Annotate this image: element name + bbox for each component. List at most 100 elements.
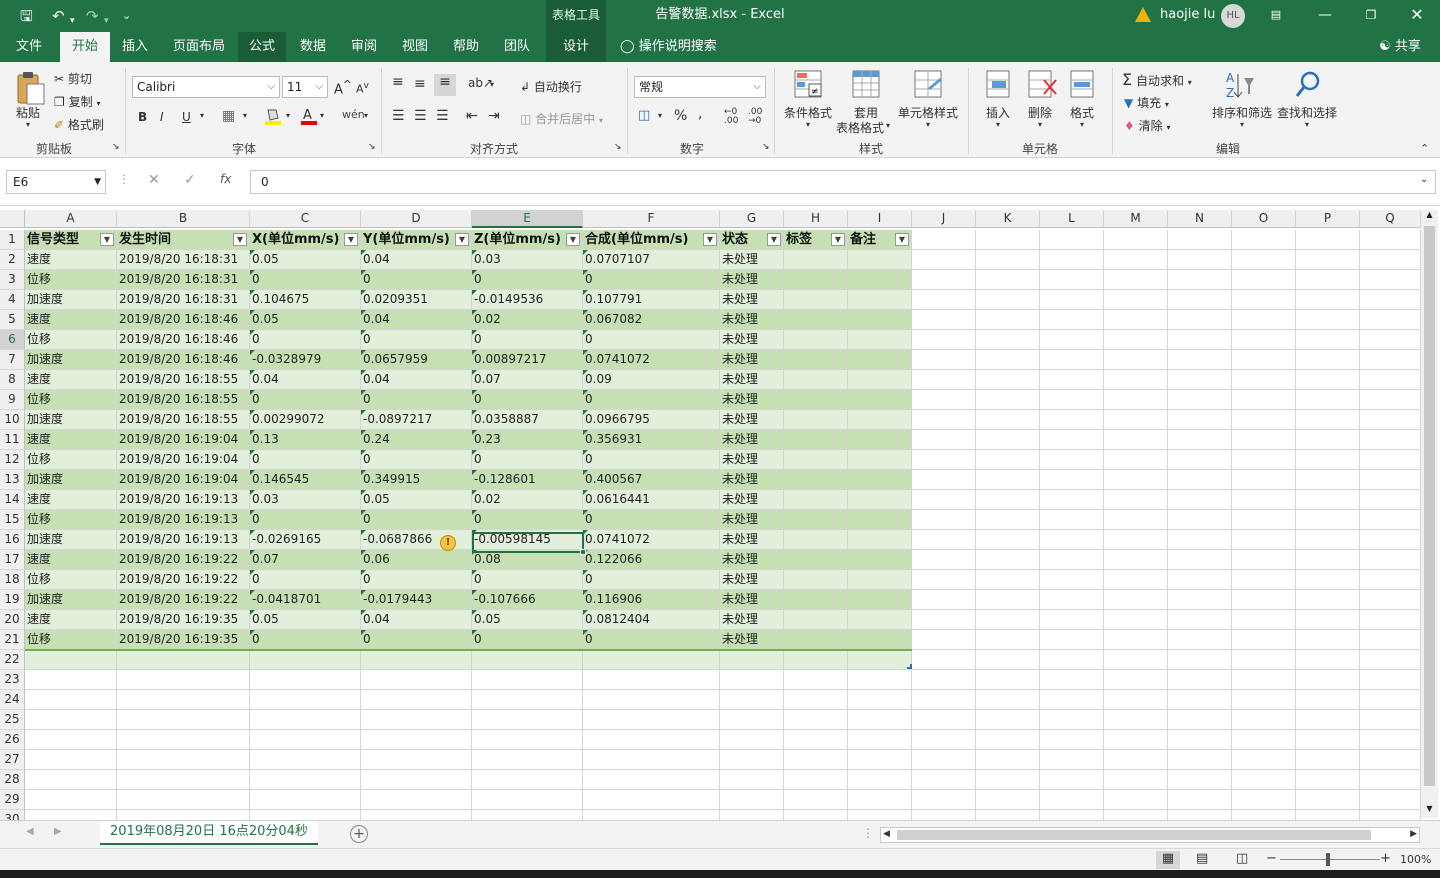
table-cell[interactable] bbox=[784, 410, 848, 430]
row-header[interactable]: 15 bbox=[0, 510, 25, 530]
fill-handle[interactable] bbox=[580, 549, 586, 555]
grid-cell[interactable] bbox=[1104, 530, 1168, 550]
grid-cell[interactable] bbox=[1232, 470, 1296, 490]
table-cell[interactable]: 0.0616441 bbox=[583, 490, 720, 510]
font-color-dropdown-icon[interactable]: ▾ bbox=[320, 111, 324, 120]
table-cell[interactable]: 2019/8/20 16:18:55 bbox=[117, 370, 250, 390]
table-cell[interactable]: 0.04 bbox=[361, 370, 472, 390]
table-cell[interactable]: 2019/8/20 16:19:04 bbox=[117, 430, 250, 450]
table-cell[interactable]: 0.09 bbox=[583, 370, 720, 390]
grid-cell[interactable] bbox=[976, 630, 1040, 650]
grid-cell[interactable] bbox=[1168, 410, 1232, 430]
grid-cell[interactable] bbox=[1104, 310, 1168, 330]
filter-dropdown-icon[interactable]: ▼ bbox=[344, 233, 358, 246]
table-header-cell[interactable]: X(单位mm/s) ▼ bbox=[250, 230, 361, 250]
table-cell[interactable]: 0 bbox=[361, 390, 472, 410]
table-cell[interactable] bbox=[784, 370, 848, 390]
table-cell[interactable]: 2019/8/20 16:18:46 bbox=[117, 330, 250, 350]
table-cell[interactable]: 速度 bbox=[25, 310, 117, 330]
table-cell[interactable] bbox=[848, 290, 912, 310]
grid-cell[interactable] bbox=[976, 590, 1040, 610]
grid-cell[interactable] bbox=[912, 470, 976, 490]
grid-cell[interactable] bbox=[1104, 730, 1168, 750]
grid-cell[interactable] bbox=[1232, 230, 1296, 250]
grid-cell[interactable] bbox=[583, 710, 720, 730]
table-cell[interactable]: 0.08 bbox=[472, 550, 583, 570]
grid-cell[interactable] bbox=[472, 730, 583, 750]
grid-cell[interactable] bbox=[1168, 630, 1232, 650]
grid-cell[interactable] bbox=[1040, 430, 1104, 450]
grid-cell[interactable] bbox=[1040, 350, 1104, 370]
grid-cell[interactable] bbox=[1168, 590, 1232, 610]
grid-cell[interactable] bbox=[1168, 430, 1232, 450]
grid-cell[interactable] bbox=[1360, 650, 1421, 670]
zoom-slider-thumb[interactable] bbox=[1326, 853, 1330, 866]
table-cell[interactable]: 0 bbox=[472, 510, 583, 530]
grid-cell[interactable] bbox=[1360, 290, 1421, 310]
grid-cell[interactable] bbox=[912, 570, 976, 590]
prev-sheet-icon[interactable]: ◀ bbox=[26, 826, 34, 837]
grid-cell[interactable] bbox=[1040, 610, 1104, 630]
grid-cell[interactable] bbox=[1104, 630, 1168, 650]
page-break-view-icon[interactable]: ◫ bbox=[1236, 851, 1248, 866]
grid-cell[interactable] bbox=[25, 750, 117, 770]
grid-cell[interactable] bbox=[1168, 570, 1232, 590]
table-cell[interactable] bbox=[848, 650, 912, 670]
grid-cell[interactable] bbox=[1296, 230, 1360, 250]
copy-dropdown-icon[interactable]: ▾ bbox=[96, 99, 100, 108]
grid-cell[interactable] bbox=[1040, 450, 1104, 470]
table-cell[interactable]: 加速度 bbox=[25, 410, 117, 430]
table-cell[interactable]: 速度 bbox=[25, 490, 117, 510]
column-header-j[interactable]: J bbox=[912, 210, 976, 228]
table-cell[interactable]: 位移 bbox=[25, 330, 117, 350]
table-cell[interactable]: 0.04 bbox=[361, 610, 472, 630]
grid-cell[interactable] bbox=[912, 270, 976, 290]
grid-cell[interactable] bbox=[1296, 730, 1360, 750]
insert-cells-icon[interactable] bbox=[986, 70, 1012, 103]
table-cell[interactable]: 位移 bbox=[25, 630, 117, 650]
conditional-format-icon[interactable]: ≠ bbox=[794, 70, 824, 103]
column-header-h[interactable]: H bbox=[784, 210, 848, 228]
table-header-cell[interactable]: 标签 ▼ bbox=[784, 230, 848, 250]
grid-cell[interactable] bbox=[1360, 610, 1421, 630]
table-cell[interactable]: 0.0358887 bbox=[472, 410, 583, 430]
grid-cell[interactable] bbox=[976, 490, 1040, 510]
table-cell[interactable] bbox=[848, 490, 912, 510]
delete-cells-icon[interactable] bbox=[1028, 70, 1058, 103]
table-cell[interactable] bbox=[848, 310, 912, 330]
grid-cell[interactable] bbox=[1104, 670, 1168, 690]
table-cell[interactable] bbox=[784, 610, 848, 630]
paste-dropdown-icon[interactable]: ▾ bbox=[26, 120, 30, 129]
table-cell[interactable]: 0.03 bbox=[472, 250, 583, 270]
grid-cell[interactable] bbox=[1360, 570, 1421, 590]
row-header[interactable]: 2 bbox=[0, 250, 25, 270]
grid-cell[interactable] bbox=[1232, 770, 1296, 790]
accounting-dropdown-icon[interactable]: ▾ bbox=[658, 111, 662, 120]
grid-cell[interactable] bbox=[976, 270, 1040, 290]
grid-cell[interactable] bbox=[912, 670, 976, 690]
table-cell[interactable]: 2019/8/20 16:19:13 bbox=[117, 530, 250, 550]
grid-cell[interactable] bbox=[1040, 730, 1104, 750]
grid-cell[interactable] bbox=[1232, 570, 1296, 590]
grid-cell[interactable] bbox=[912, 410, 976, 430]
table-cell[interactable]: 2019/8/20 16:18:31 bbox=[117, 290, 250, 310]
table-cell[interactable]: -0.0897217 bbox=[361, 410, 472, 430]
grid-cell[interactable] bbox=[784, 790, 848, 810]
undo-icon[interactable]: ↶ bbox=[52, 6, 65, 26]
grid-cell[interactable] bbox=[472, 810, 583, 820]
grid-cell[interactable] bbox=[976, 710, 1040, 730]
table-cell[interactable]: 未处理 bbox=[720, 270, 784, 290]
grid-cell[interactable] bbox=[912, 450, 976, 470]
find-select-button[interactable]: 查找和选择 bbox=[1277, 104, 1337, 121]
table-cell[interactable]: 0.104675 bbox=[250, 290, 361, 310]
grid-cell[interactable] bbox=[250, 750, 361, 770]
grid-cell[interactable] bbox=[361, 790, 472, 810]
grid-cell[interactable] bbox=[1168, 250, 1232, 270]
grid-cell[interactable] bbox=[784, 750, 848, 770]
table-cell[interactable]: 0 bbox=[472, 630, 583, 650]
font-launcher-icon[interactable]: ↘ bbox=[368, 142, 376, 152]
table-cell[interactable]: 0.0741072 bbox=[583, 350, 720, 370]
grid-cell[interactable] bbox=[976, 810, 1040, 820]
table-cell[interactable] bbox=[117, 650, 250, 670]
avatar[interactable]: HL bbox=[1221, 4, 1245, 28]
